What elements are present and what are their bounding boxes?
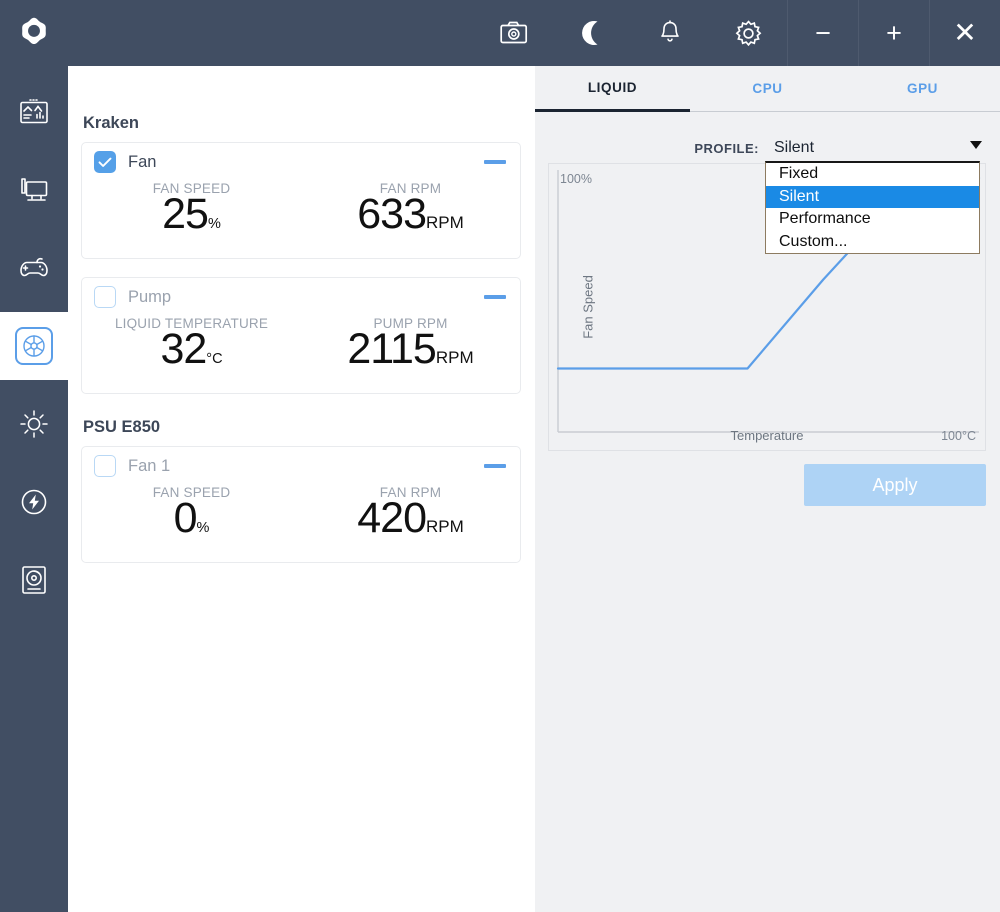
metric-number: 0	[173, 494, 198, 542]
metric-value: 0%	[82, 497, 301, 540]
profile-dropdown-list: Fixed Silent Performance Custom...	[765, 161, 980, 254]
title-bar: − + ✕	[0, 0, 1000, 66]
metric-unit: °C	[206, 351, 223, 367]
metric-unit: RPM	[435, 348, 474, 367]
metric-number: 2115	[347, 325, 436, 373]
metric-unit: %	[207, 216, 221, 232]
group-title-psu: PSU E850	[83, 418, 161, 436]
dark-mode-button[interactable]	[553, 0, 631, 66]
power-bolt-icon	[15, 483, 53, 521]
screenshot-button[interactable]	[475, 0, 553, 66]
fan1-enable-checkbox[interactable]	[94, 455, 116, 477]
bell-icon	[661, 20, 679, 42]
apply-button[interactable]: Apply	[804, 464, 986, 506]
device-card-label: Pump	[128, 287, 172, 306]
profile-option-performance[interactable]: Performance	[766, 208, 979, 231]
metric-number: 420	[357, 494, 427, 542]
metric-unit: RPM	[425, 213, 464, 232]
tab-liquid[interactable]: LIQUID	[535, 66, 690, 112]
device-card-pump: Pump LIQUID TEMPERATURE 32°C PUMP RPM 21…	[81, 277, 521, 394]
metric-value: 633RPM	[301, 193, 520, 236]
notifications-button[interactable]	[631, 0, 709, 66]
sidebar-item-power[interactable]	[0, 468, 68, 536]
moon-icon	[582, 21, 598, 45]
device-card-label: Fan	[128, 152, 157, 171]
title-bar-actions	[475, 0, 787, 66]
sidebar-item-pc-monitoring[interactable]	[0, 156, 68, 224]
profile-option-silent[interactable]: Silent	[766, 185, 979, 208]
metric-pump-rpm: PUMP RPM 2115RPM	[301, 316, 520, 371]
sidebar-item-games[interactable]	[0, 234, 68, 302]
app-logo	[0, 0, 68, 66]
sensor-tabs: LIQUID CPU GPU	[535, 66, 1000, 112]
device-card-label: Fan 1	[128, 456, 171, 475]
metric-unit: RPM	[425, 517, 464, 536]
sidebar-item-dashboard[interactable]	[0, 78, 68, 146]
fan-enable-checkbox[interactable]	[94, 151, 116, 173]
metric-value: 25%	[82, 193, 301, 236]
chart-y-axis-label: Fan Speed	[580, 275, 596, 339]
chart-x-max-label: 100°C	[941, 429, 976, 443]
device-metrics: FAN SPEED 0% FAN RPM 420RPM	[82, 485, 520, 540]
device-card-fan: Fan FAN SPEED 25% FAN RPM 633RPM	[81, 142, 521, 259]
check-icon	[98, 157, 112, 167]
collapse-fan1-button[interactable]	[484, 464, 506, 468]
metric-fan-rpm: FAN RPM 420RPM	[301, 485, 520, 540]
metric-value: 2115RPM	[301, 328, 520, 371]
maximize-button[interactable]: +	[859, 0, 929, 66]
profile-row: PROFILE: Silent Fixed Silent Performance…	[535, 128, 1000, 254]
metric-number: 25	[162, 190, 209, 238]
tab-cpu[interactable]: CPU	[690, 66, 845, 112]
profile-select[interactable]: Silent Fixed Silent Performance Custom..…	[765, 135, 982, 254]
cam-logo-icon	[22, 17, 46, 45]
sun-icon	[15, 405, 53, 443]
tab-gpu[interactable]: GPU	[845, 66, 1000, 112]
camera-icon	[500, 21, 528, 44]
disk-icon	[15, 561, 53, 599]
metric-value: 420RPM	[301, 497, 520, 540]
settings-button[interactable]	[709, 0, 787, 66]
fan-icon	[15, 327, 53, 365]
metric-value: 32°C	[82, 328, 301, 371]
device-list-panel: Kraken Fan FAN SPEED 25% FAN RPM 633RPM …	[68, 66, 535, 912]
metric-fan-speed: FAN SPEED 0%	[82, 485, 301, 540]
chart-y-max-label: 100%	[560, 172, 592, 186]
chart-x-axis-label: Temperature	[730, 428, 804, 443]
metric-number: 633	[357, 190, 427, 238]
collapse-fan-button[interactable]	[484, 160, 506, 164]
device-card-header: Fan 1	[82, 447, 520, 485]
collapse-pump-button[interactable]	[484, 295, 506, 299]
device-card-header: Pump	[82, 278, 520, 316]
gear-icon	[735, 19, 761, 46]
device-metrics: LIQUID TEMPERATURE 32°C PUMP RPM 2115RPM	[82, 316, 520, 371]
close-button[interactable]: ✕	[930, 0, 1000, 66]
sidebar-item-lighting[interactable]	[0, 390, 68, 458]
metric-unit: %	[196, 520, 210, 536]
group-title-kraken: Kraken	[83, 114, 139, 132]
sidebar-item-cooling[interactable]	[0, 312, 68, 380]
profile-option-custom[interactable]: Custom...	[766, 231, 979, 254]
minimize-button[interactable]: −	[788, 0, 858, 66]
metric-liquid-temperature: LIQUID TEMPERATURE 32°C	[82, 316, 301, 371]
profile-label: PROFILE:	[694, 140, 759, 156]
metric-number: 32	[160, 325, 207, 373]
profile-selected-value: Silent	[774, 139, 815, 156]
profile-option-fixed[interactable]: Fixed	[766, 163, 979, 186]
pump-enable-checkbox[interactable]	[94, 286, 116, 308]
sidebar-item-storage[interactable]	[0, 546, 68, 614]
monitor-icon	[15, 171, 53, 209]
device-metrics: FAN SPEED 25% FAN RPM 633RPM	[82, 181, 520, 236]
sidebar	[0, 66, 68, 912]
gamepad-icon	[15, 249, 53, 287]
metric-fan-rpm: FAN RPM 633RPM	[301, 181, 520, 236]
dashboard-icon	[15, 93, 53, 131]
device-card-fan1: Fan 1 FAN SPEED 0% FAN RPM 420RPM	[81, 446, 521, 563]
metric-fan-speed: FAN SPEED 25%	[82, 181, 301, 236]
chevron-down-icon	[970, 141, 982, 149]
cam-application-window: − + ✕ Kraken Fan FAN SPEED 25% FAN RPM 6…	[0, 0, 1000, 912]
control-panel: LIQUID CPU GPU PROFILE: Silent Fixed Sil…	[535, 66, 1000, 912]
device-card-header: Fan	[82, 143, 520, 181]
